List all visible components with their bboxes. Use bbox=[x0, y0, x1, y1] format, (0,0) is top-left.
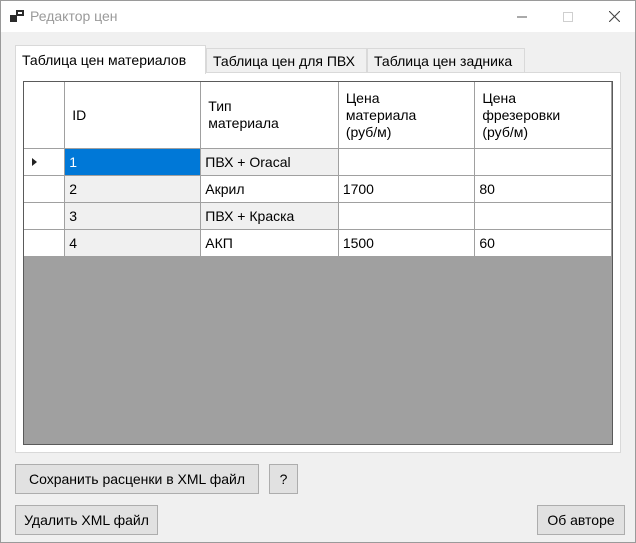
column-header-type[interactable]: Тип материала bbox=[200, 82, 339, 149]
prices-grid[interactable]: ID Тип материала Цена материала (руб/м) … bbox=[23, 81, 613, 445]
cell-id[interactable]: 3 bbox=[64, 202, 202, 230]
header-row: ID Тип материала Цена материала (руб/м) … bbox=[24, 82, 612, 149]
column-header-milling-price[interactable]: Цена фрезеровки (руб/м) bbox=[474, 82, 612, 149]
column-header-material-price[interactable]: Цена материала (руб/м) bbox=[337, 82, 476, 149]
cell-material-price[interactable]: 1700 bbox=[337, 175, 476, 203]
column-header-line: ID bbox=[72, 106, 87, 123]
column-header-line: (руб/м) bbox=[345, 123, 392, 140]
column-header-line: материала bbox=[345, 106, 417, 123]
cell-type[interactable]: ПВХ + Oracal bbox=[200, 148, 339, 176]
maximize-icon bbox=[563, 11, 573, 22]
current-row-arrow-icon bbox=[32, 158, 37, 166]
header-corner[interactable] bbox=[24, 82, 66, 149]
cell-id[interactable]: 1 bbox=[64, 148, 202, 176]
prices-table: ID Тип материала Цена материала (руб/м) … bbox=[24, 82, 612, 257]
table-row[interactable]: 4 АКП 1500 60 bbox=[24, 229, 612, 257]
table-row[interactable]: 1 ПВХ + Oracal bbox=[24, 148, 612, 176]
column-header-line: (руб/м) bbox=[482, 123, 529, 140]
row-header[interactable] bbox=[24, 148, 66, 176]
about-button[interactable]: Об авторе bbox=[537, 505, 625, 535]
cell-type[interactable]: ПВХ + Краска bbox=[200, 202, 339, 230]
help-button[interactable]: ? bbox=[269, 464, 298, 494]
delete-xml-button[interactable]: Удалить XML файл bbox=[15, 505, 158, 535]
cell-milling-price[interactable] bbox=[474, 148, 612, 176]
tab-backing[interactable]: Таблица цен задника bbox=[367, 48, 525, 72]
title-bar[interactable]: Редактор цен bbox=[1, 1, 635, 32]
cell-id[interactable]: 4 bbox=[64, 229, 202, 257]
row-header[interactable] bbox=[24, 175, 66, 203]
table-row[interactable]: 3 ПВХ + Краска bbox=[24, 202, 612, 230]
minimize-icon bbox=[517, 16, 527, 17]
close-icon bbox=[608, 11, 620, 22]
column-header-line: Цена bbox=[482, 89, 517, 106]
cell-milling-price[interactable]: 60 bbox=[474, 229, 612, 257]
cell-type[interactable]: АКП bbox=[200, 229, 339, 257]
cell-material-price[interactable] bbox=[337, 202, 476, 230]
row-header[interactable] bbox=[24, 229, 66, 257]
column-header-line: Тип bbox=[208, 98, 232, 114]
maximize-button[interactable] bbox=[545, 1, 591, 32]
cell-material-price[interactable] bbox=[337, 148, 476, 176]
main-window: Редактор цен Таблица цен материалов Табл… bbox=[0, 0, 636, 543]
column-header-line: материала bbox=[208, 115, 279, 131]
column-header-id[interactable]: ID bbox=[64, 82, 202, 149]
row-header[interactable] bbox=[24, 202, 66, 230]
table-row[interactable]: 2 Акрил 1700 80 bbox=[24, 175, 612, 203]
cell-milling-price[interactable] bbox=[474, 202, 612, 230]
column-header-line: фрезеровки bbox=[482, 106, 561, 123]
close-button[interactable] bbox=[591, 1, 636, 32]
window-title: Редактор цен bbox=[30, 8, 118, 24]
column-header-line: Цена bbox=[345, 89, 380, 106]
tab-pvc[interactable]: Таблица цен для ПВХ bbox=[206, 48, 367, 72]
app-icon bbox=[10, 10, 24, 22]
cell-id[interactable]: 2 bbox=[64, 175, 202, 203]
tab-materials[interactable]: Таблица цен материалов bbox=[15, 45, 206, 74]
cell-material-price[interactable]: 1500 bbox=[337, 229, 476, 257]
cell-type[interactable]: Акрил bbox=[200, 175, 339, 203]
cell-milling-price[interactable]: 80 bbox=[474, 175, 612, 203]
save-xml-button[interactable]: Сохранить расценки в XML файл bbox=[15, 464, 259, 494]
minimize-button[interactable] bbox=[499, 1, 545, 32]
